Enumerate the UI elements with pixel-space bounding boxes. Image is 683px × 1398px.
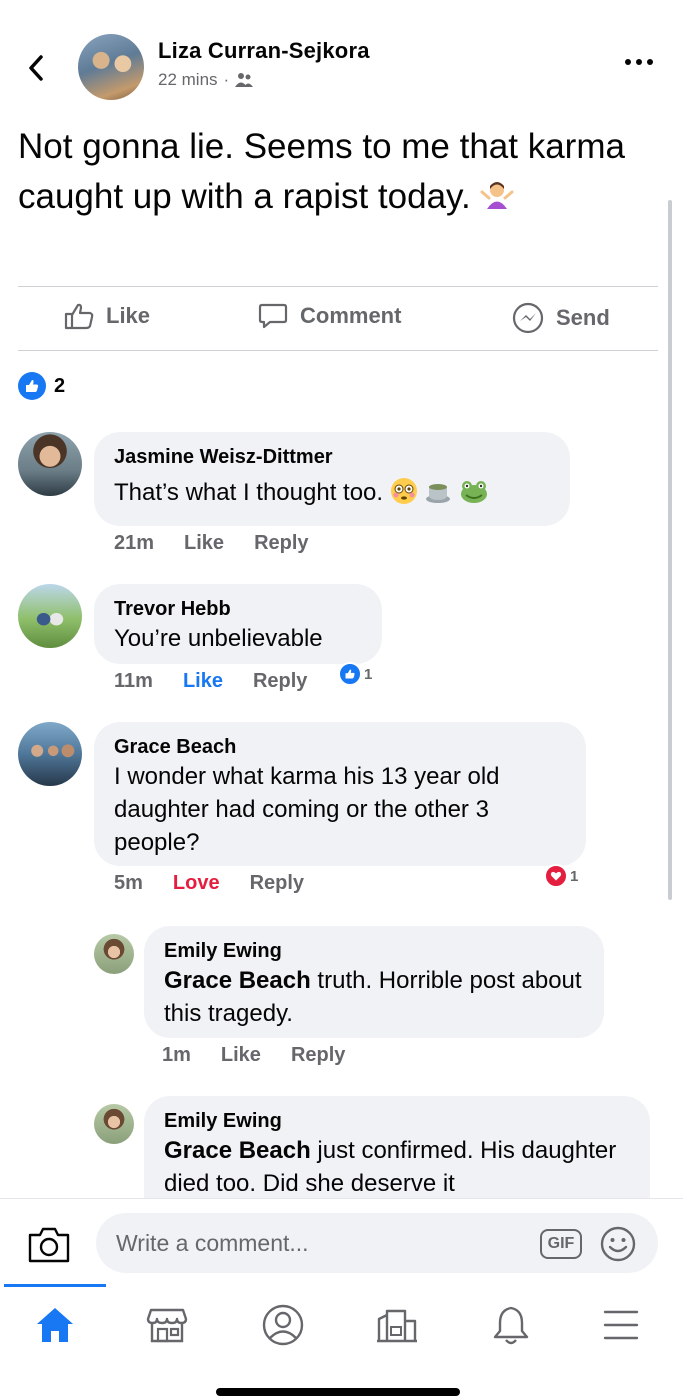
hamburger-menu-icon [603, 1310, 639, 1340]
comment-time[interactable]: 11m [114, 670, 153, 693]
comment-reply-button[interactable]: Reply [254, 532, 308, 555]
tab-marketplace[interactable] [142, 1302, 192, 1348]
heart-reaction-icon [544, 864, 568, 888]
gif-button[interactable]: GIF [540, 1229, 582, 1259]
speech-bubble-icon [258, 303, 288, 329]
messenger-icon [512, 302, 544, 334]
tab-profile[interactable] [258, 1302, 308, 1348]
replier-avatar[interactable] [94, 934, 134, 974]
meta-separator: · [223, 70, 230, 89]
pages-icon [377, 1309, 417, 1343]
commenter-name[interactable]: Jasmine Weisz-Dittmer [114, 444, 550, 470]
frog-face-emoji [461, 481, 488, 503]
post-time[interactable]: 22 mins [158, 70, 218, 90]
bell-icon [493, 1306, 529, 1345]
like-button[interactable]: Like [64, 302, 150, 330]
dot [625, 59, 631, 65]
comment-reply-button[interactable]: Reply [253, 670, 307, 693]
smiley-icon [600, 1226, 636, 1262]
comment-like-button[interactable]: Like [184, 532, 224, 555]
comment-label: Comment [300, 303, 402, 328]
chevron-left-icon [29, 55, 43, 81]
comment-time[interactable]: 5m [114, 872, 143, 895]
home-indicator[interactable] [216, 1388, 460, 1396]
like-reaction-icon [338, 662, 362, 686]
comment-meta: 21m Like Reply [114, 532, 309, 555]
reaction-count: 1 [364, 665, 373, 683]
post-header: Liza Curran-Sejkora 22 mins · [0, 28, 683, 108]
profile-icon [262, 1304, 304, 1346]
reaction-count: 1 [570, 867, 579, 885]
person-shrugging-emoji [480, 182, 514, 209]
commenter-name[interactable]: Grace Beach [114, 734, 566, 760]
storefront-icon [146, 1308, 188, 1343]
post-meta: 22 mins · [158, 70, 254, 90]
commenter-name[interactable]: Trevor Hebb [114, 596, 362, 622]
home-icon [37, 1308, 73, 1342]
active-tab-indicator [4, 1284, 106, 1287]
comment-reaction-count[interactable]: 1 [544, 864, 578, 888]
post-body: Not gonna lie. Seems to me that karma ca… [18, 127, 625, 216]
comment-text: You’re unbelievable [114, 625, 323, 652]
commenter-avatar[interactable] [18, 584, 82, 648]
send-button[interactable]: Send [512, 302, 610, 334]
reply-reply-button[interactable]: Reply [291, 1044, 345, 1067]
replier-name[interactable]: Emily Ewing [164, 1108, 630, 1134]
comment-meta: 11m Like Reply [114, 670, 307, 693]
comment-time[interactable]: 21m [114, 532, 154, 555]
tab-pages[interactable] [372, 1302, 422, 1348]
comment-button[interactable]: Comment [258, 302, 401, 330]
dot [636, 59, 642, 65]
mention-link[interactable]: Grace Beach [164, 1137, 311, 1164]
tea-cup-emoji [426, 484, 451, 503]
comment-composer: GIF [0, 1198, 683, 1284]
reaction-count: 2 [54, 374, 66, 397]
comment-text: I wonder what karma his 13 year old daug… [114, 763, 500, 856]
thumbs-up-icon [64, 303, 94, 330]
mention-link[interactable]: Grace Beach [164, 967, 311, 994]
comment-reaction-count[interactable]: 1 [338, 662, 372, 686]
tab-notifications[interactable] [486, 1302, 536, 1348]
comment-text: That’s what I thought too. [114, 476, 550, 509]
comment-love-button[interactable]: Love [173, 872, 220, 895]
post-text: Not gonna lie. Seems to me that karma ca… [18, 122, 658, 222]
more-options-button[interactable] [625, 56, 653, 68]
commenter-avatar[interactable] [18, 722, 82, 786]
author-name[interactable]: Liza Curran-Sejkora [158, 38, 370, 64]
comment-bubble: Trevor Hebb You’re unbelievable [94, 584, 382, 664]
scrollbar[interactable] [668, 200, 672, 900]
like-reaction-icon [18, 372, 46, 400]
divider [18, 350, 658, 351]
emoji-button[interactable] [600, 1226, 636, 1262]
camera-icon [28, 1227, 70, 1263]
comment-reply-button[interactable]: Reply [250, 872, 304, 895]
tab-menu[interactable] [596, 1302, 646, 1348]
reply-time[interactable]: 1m [162, 1044, 191, 1067]
replier-name[interactable]: Emily Ewing [164, 938, 584, 964]
camera-button[interactable] [26, 1225, 72, 1265]
reply-text: Grace Beach truth. Horrible post about t… [164, 964, 584, 1030]
dot [647, 59, 653, 65]
commenter-avatar[interactable] [18, 432, 82, 496]
reply-like-button[interactable]: Like [221, 1044, 261, 1067]
action-bar: Like Comment Send [18, 286, 658, 350]
comment-bubble: Jasmine Weisz-Dittmer That’s what I thou… [94, 432, 570, 526]
back-button[interactable] [22, 50, 50, 86]
friends-icon [235, 73, 254, 87]
flushed-face-emoji [390, 478, 417, 504]
author-avatar[interactable] [78, 34, 144, 100]
reply-text: Grace Beach just confirmed. His daughter… [164, 1134, 630, 1200]
reply-meta: 1m Like Reply [162, 1044, 345, 1067]
replier-avatar[interactable] [94, 1104, 134, 1144]
tab-home[interactable] [30, 1302, 80, 1348]
comment-like-button[interactable]: Like [183, 670, 223, 693]
comment-meta: 5m Love Reply [114, 872, 304, 895]
bottom-tab-bar [0, 1284, 683, 1368]
comment-body: That’s what I thought too. [114, 479, 384, 506]
reaction-summary[interactable]: 2 [18, 372, 65, 400]
like-label: Like [106, 303, 151, 328]
comment-bubble: Grace Beach I wonder what karma his 13 y… [94, 722, 586, 866]
reply-bubble: Emily Ewing Grace Beach truth. Horrible … [144, 926, 604, 1038]
send-label: Send [556, 305, 610, 330]
